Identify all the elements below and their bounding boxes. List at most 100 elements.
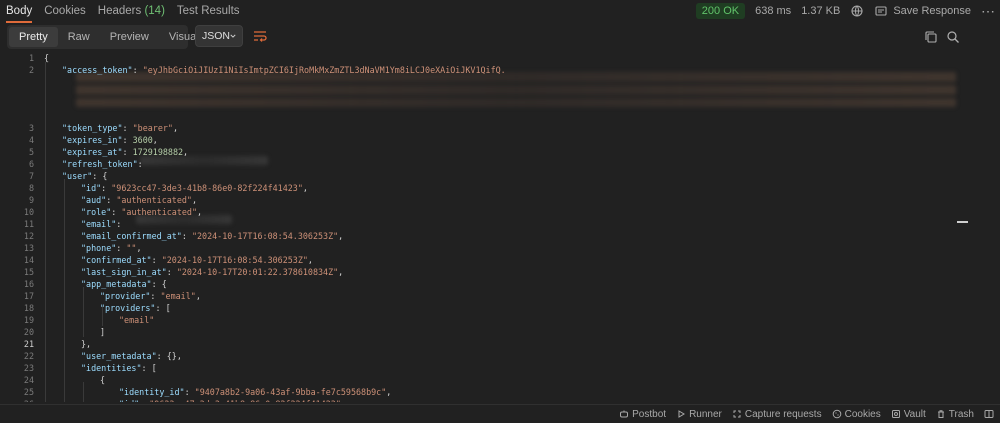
json-value: "2024-10-17T20:01:22.378610834Z"	[176, 267, 339, 277]
code-token: {	[100, 375, 106, 385]
code-line: "identity_id": "9407a8b2-9a06-43af-9bba-…	[119, 387, 391, 397]
code-punctuation: ,	[302, 183, 308, 193]
json-value: "2024-10-17T16:08:54.306253Z"	[191, 231, 339, 241]
json-value: {},	[166, 351, 182, 361]
view-mode-raw[interactable]: Raw	[58, 27, 100, 47]
json-key: "expires_in"	[62, 135, 123, 145]
redacted-token	[76, 98, 956, 107]
json-value: "2024-10-17T16:08:54.306253Z"	[161, 255, 308, 265]
vault-label: Vault	[903, 408, 926, 420]
format-select[interactable]: JSON	[195, 25, 243, 47]
status-code-badge[interactable]: 200 OK	[695, 3, 746, 19]
tab-cookies[interactable]: Cookies	[44, 0, 86, 22]
save-icon	[875, 6, 887, 16]
tab-headers[interactable]: Headers (14)	[98, 0, 165, 22]
response-size[interactable]: 1.37 KB	[801, 5, 840, 17]
line-number: 6	[28, 159, 34, 169]
json-key: "refresh_token"	[62, 159, 138, 169]
line-number: 12	[23, 231, 34, 241]
runner-icon	[678, 410, 686, 418]
cookies-button[interactable]: Cookies	[832, 409, 881, 420]
code-punctuation: ,	[172, 123, 178, 133]
vault-button[interactable]: Vault	[891, 409, 926, 420]
view-mode-pretty[interactable]: Pretty	[9, 27, 58, 47]
code-line: "phone": "",	[81, 243, 142, 253]
layout-icon[interactable]	[984, 409, 994, 419]
line-number: 22	[23, 351, 34, 361]
postbot-button[interactable]: Postbot	[619, 409, 666, 420]
code-punctuation: :	[151, 279, 162, 289]
json-value: {	[161, 279, 167, 289]
cookie-icon	[832, 409, 841, 419]
code-line: "email_confirmed_at": "2024-10-17T16:08:…	[81, 231, 343, 241]
code-line: "confirmed_at": "2024-10-17T16:08:54.306…	[81, 255, 313, 265]
indent-guide	[64, 179, 65, 402]
code-token: },	[81, 339, 92, 349]
wrap-lines-icon[interactable]	[251, 27, 269, 45]
line-number: 17	[23, 291, 34, 301]
trash-label: Trash	[948, 408, 974, 420]
code-line: {	[44, 53, 49, 63]
code-punctuation: :	[92, 171, 103, 181]
code-punctuation: ,	[191, 195, 197, 205]
line-number: 9	[28, 195, 34, 205]
save-response-button[interactable]: Save Response	[874, 4, 971, 18]
code-line: "email":	[81, 219, 126, 229]
json-key: "provider"	[100, 291, 151, 301]
code-punctuation: ,	[341, 399, 346, 402]
more-icon[interactable]: ⋯	[981, 3, 995, 20]
code-punctuation: :	[122, 123, 133, 133]
line-number: 13	[23, 243, 34, 253]
code-line: "app_metadata": {	[81, 279, 167, 289]
code-punctuation: :	[111, 207, 122, 217]
response-time[interactable]: 638 ms	[755, 5, 791, 17]
code-punctuation: :	[101, 183, 112, 193]
json-key: "expires_at"	[62, 147, 123, 157]
line-number: 26	[0, 399, 34, 402]
body-toolbar: Pretty Raw Preview Visualize JSON	[0, 22, 1000, 52]
line-number: 5	[28, 147, 34, 157]
code-punctuation: :	[156, 351, 167, 361]
scrollbar-thumb[interactable]	[957, 221, 968, 223]
json-value: "authenticated"	[121, 207, 197, 217]
status-bar: Postbot Runner Capture requests Cookies …	[0, 404, 1000, 423]
capture-icon	[733, 410, 741, 418]
copy-icon[interactable]	[924, 30, 938, 44]
code-punctuation: :	[116, 219, 127, 229]
redacted-refresh-token	[140, 156, 268, 165]
json-key: "aud"	[81, 195, 107, 205]
indent-guide	[45, 62, 46, 402]
json-key: "role"	[81, 207, 112, 217]
line-number: 15	[23, 267, 34, 277]
code-punctuation: ,	[136, 243, 142, 253]
code-line: },	[81, 339, 91, 349]
code-line: "id": "9623cc47-3de3-41b8-86e0-82f224f41…	[119, 399, 346, 402]
view-mode-preview[interactable]: Preview	[100, 27, 159, 47]
response-body-editor[interactable]: 1 {2 "access_token": "eyJhbGciOiJIUzI1NiIs…	[0, 52, 1000, 402]
capture-requests-button[interactable]: Capture requests	[732, 409, 822, 420]
trash-button[interactable]: Trash	[936, 409, 974, 420]
code-line: "access_token": "eyJhbGciOiJIUzI1NiIsImt…	[62, 65, 506, 75]
code-punctuation: :	[184, 387, 195, 397]
line-number: 23	[23, 363, 34, 373]
json-key: "confirmed_at"	[81, 255, 152, 265]
code-punctuation: ,	[152, 135, 158, 145]
tab-test-results[interactable]: Test Results	[177, 0, 240, 22]
json-value: "eyJhbGciOiJIUzI1NiIsImtpZCI6IjRoMkMxZmZ…	[142, 65, 506, 75]
code-line: "token_type": "bearer",	[62, 123, 178, 133]
code-punctuation: ,	[197, 207, 203, 217]
runner-button[interactable]: Runner	[676, 409, 722, 420]
trash-icon	[937, 410, 944, 418]
json-key: "app_metadata"	[81, 279, 152, 289]
json-key: "id"	[81, 183, 102, 193]
json-value: {	[102, 171, 108, 181]
tab-body[interactable]: Body	[6, 0, 33, 23]
code-punctuation: :	[181, 231, 192, 241]
code-punctuation: ,	[338, 231, 344, 241]
line-number: 25	[23, 387, 34, 397]
globe-icon[interactable]	[850, 4, 864, 18]
search-icon[interactable]	[946, 30, 960, 44]
line-number: 3	[28, 123, 34, 133]
status-bar-items: Postbot Runner Capture requests Cookies …	[619, 405, 994, 423]
line-number: 19	[23, 315, 34, 325]
